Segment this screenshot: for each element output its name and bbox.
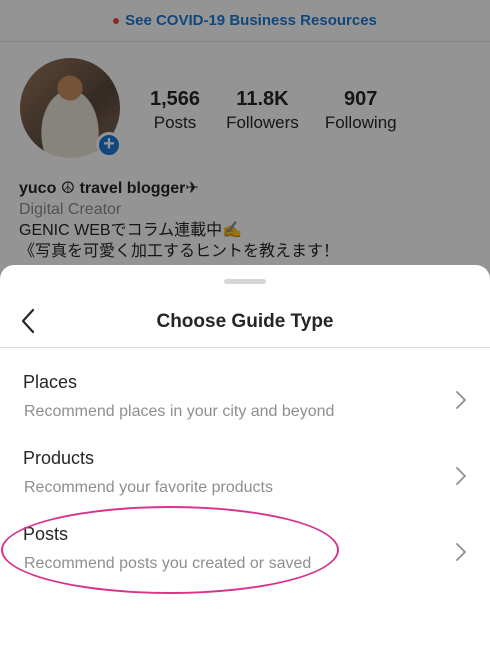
sheet-header: Choose Guide Type	[0, 295, 490, 348]
screen: See COVID-19 Business Resources + 1,566 …	[0, 0, 490, 665]
chevron-right-icon	[456, 391, 466, 409]
chevron-right-icon	[456, 467, 466, 485]
option-products[interactable]: Products Recommend your favorite product…	[0, 448, 490, 524]
option-title: Products	[23, 448, 95, 468]
option-posts[interactable]: Posts Recommend posts you created or sav…	[0, 524, 490, 600]
option-places[interactable]: Places Recommend places in your city and…	[0, 372, 490, 448]
sheet-drag-handle[interactable]	[224, 279, 266, 284]
guide-type-sheet: Choose Guide Type Places Recommend place…	[0, 265, 490, 665]
chevron-right-icon	[456, 543, 466, 561]
option-description: Recommend posts you created or saved	[24, 555, 312, 572]
option-description: Recommend places in your city and beyond	[24, 403, 335, 420]
option-title: Places	[23, 372, 78, 392]
sheet-title: Choose Guide Type	[156, 311, 334, 332]
option-title: Posts	[23, 524, 69, 544]
option-description: Recommend your favorite products	[24, 479, 273, 496]
